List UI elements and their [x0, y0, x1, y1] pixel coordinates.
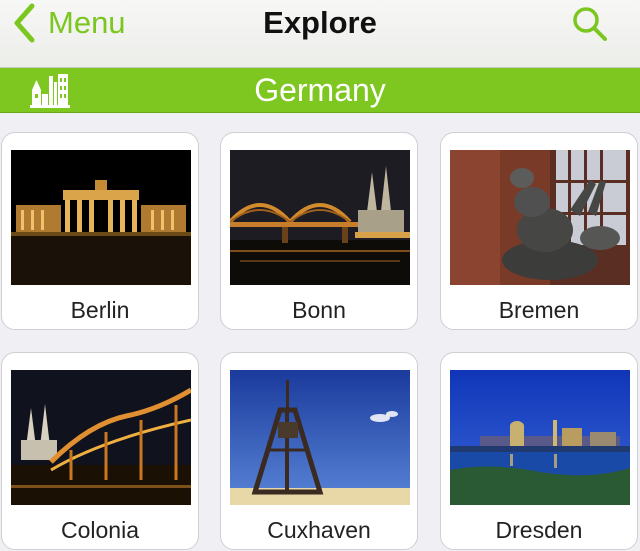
city-name: Cuxhaven [267, 517, 371, 543]
search-button[interactable] [570, 4, 610, 49]
city-name: Dresden [495, 517, 583, 543]
menu-back-button[interactable]: Menu [12, 0, 126, 46]
menu-back-label: Menu [48, 5, 126, 40]
city-photo-bremen [450, 150, 630, 285]
city-card-colonia[interactable]: Colonia [1, 352, 199, 550]
section-title: Germany [254, 72, 386, 108]
city-photo-bonn [230, 150, 410, 285]
city-card-dresden[interactable]: Dresden [440, 352, 638, 550]
city-name: Berlin [70, 297, 130, 323]
city-card-berlin[interactable]: Berlin [1, 132, 199, 330]
chevron-left-icon [14, 3, 35, 43]
city-photo-colonia [11, 370, 191, 505]
city-name: Bremen [498, 297, 580, 323]
city-card-bremen[interactable]: Bremen [440, 132, 638, 330]
city-name: Bonn [292, 297, 346, 323]
section-header: Germany [0, 68, 640, 113]
city-card-bonn[interactable]: Bonn [220, 132, 418, 330]
city-photo-cuxhaven [230, 370, 410, 505]
city-card-cuxhaven[interactable]: Cuxhaven [220, 352, 418, 550]
city-photo-berlin [11, 150, 191, 285]
city-name: Colonia [61, 517, 139, 543]
search-icon [573, 7, 607, 41]
navigation-bar: Menu Explore [0, 0, 640, 68]
city-photo-dresden [450, 370, 630, 505]
